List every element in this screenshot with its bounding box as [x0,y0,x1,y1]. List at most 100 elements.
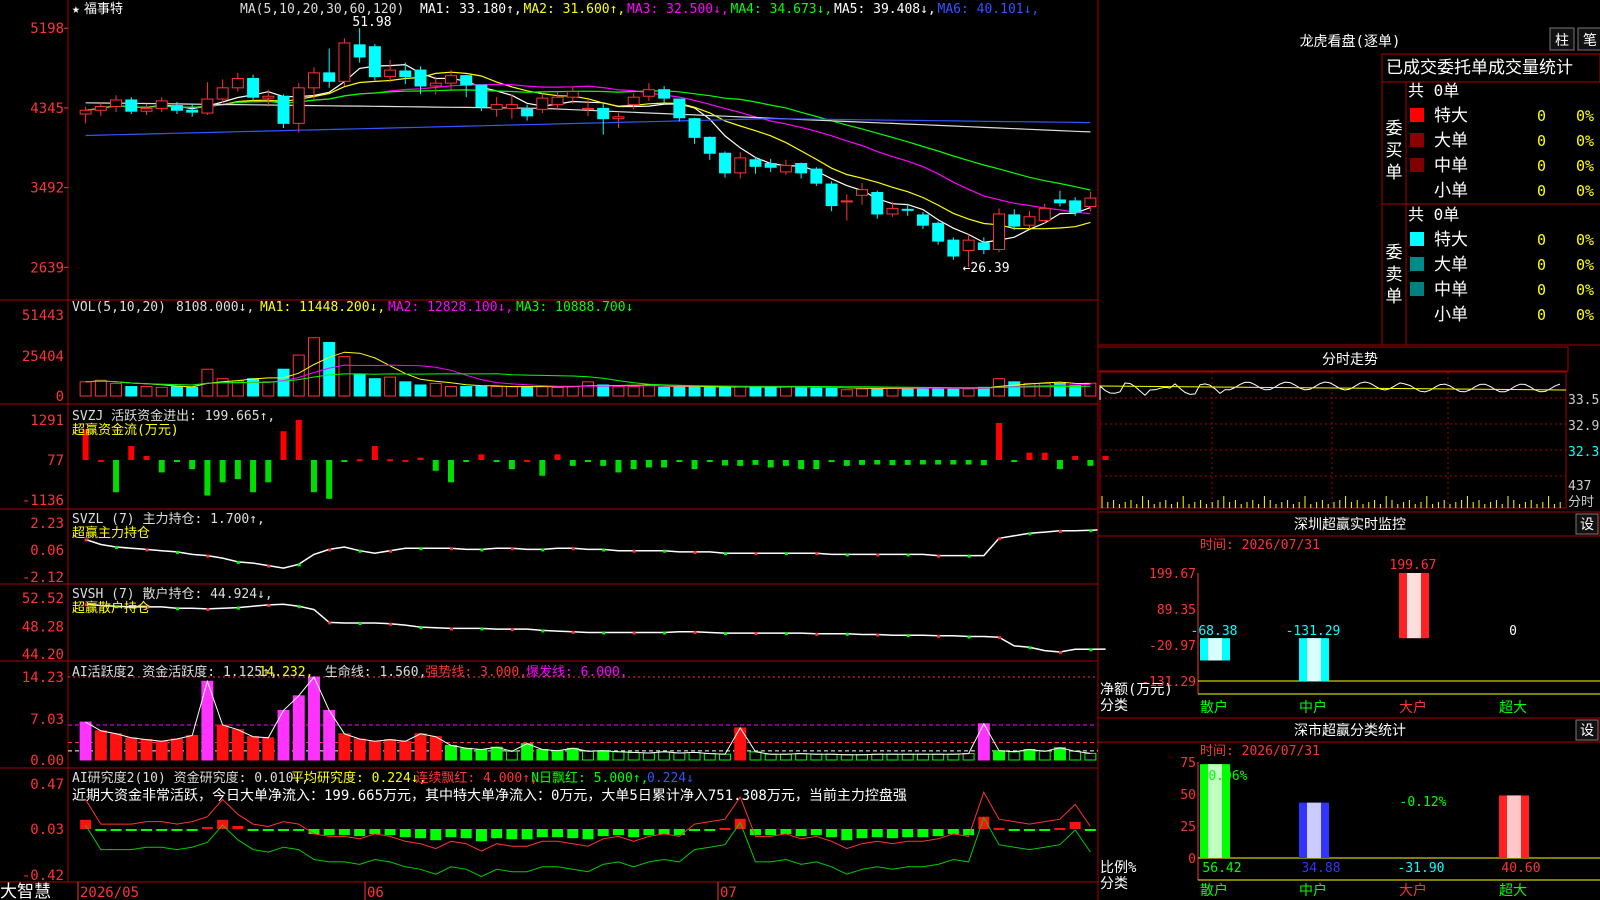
buy-group-label-char: 委 [1386,119,1403,139]
ai-active-bar [734,727,747,761]
volume-bar [932,387,945,397]
ai-active-bar [856,754,869,761]
vol-y-tick: 0 [56,389,64,405]
trading-chart[interactable]: 5198434534922639★ 福事特 MA(5,10,20,30,60,120… [0,0,1600,900]
svsh-y-tick: 48.28 [22,620,64,636]
candle-body [414,69,427,87]
candle-body [201,98,214,114]
ai-active-bar [323,709,336,761]
candle-body [977,242,990,250]
price-y-tick: 3492 [30,181,64,197]
ai-research-bar [80,819,92,829]
ai-research-bar [856,828,868,839]
svzj-bar [326,460,333,499]
candle-body [155,100,168,109]
vol-y-tick: 25404 [22,349,64,365]
candle [368,43,381,81]
svzj-bar [630,460,637,470]
class-top-label: -0.12% [1400,795,1447,810]
bar-mode-button-label[interactable]: 柱 [1555,33,1569,49]
ai-research-bar [323,828,335,836]
sell-group-label-char: 委 [1386,243,1403,263]
svsh-dot [906,634,910,638]
svzj-bar [919,460,926,465]
monitor-x-label: 分类 [1100,698,1128,714]
volume-bar [871,387,884,397]
svzl-title: SVZL (7) 主力持仓: 1.700↑, [72,512,265,527]
svzl-dot [236,560,240,564]
svzj-bar [1056,460,1063,470]
svsh-dot [937,634,941,638]
candle-body [1084,197,1097,208]
ai-active-bar [1084,752,1097,761]
candle-body [140,107,153,112]
candle-body [856,189,869,196]
svzj-bar [478,454,485,461]
class-bar [1299,802,1329,858]
ai-active-bar [429,736,442,761]
svsh-dot [175,607,179,611]
monitor-y-tick: -20.97 [1149,639,1196,654]
ai-active-bar [658,751,671,761]
sell-group-row-name: 大单 [1434,255,1468,275]
svzj-bar [1011,460,1018,463]
ai-active-bar [612,751,625,761]
candle-body [1069,200,1082,213]
svsh-dot [1028,646,1032,650]
ai-research-bar [247,828,259,831]
candle-body [231,77,244,89]
svzj-bar [569,460,576,466]
candle-body [612,116,625,120]
monitor-bar-shine [1407,573,1421,639]
volume-bar [597,384,610,397]
class-value-label: 56.42 [1202,861,1241,876]
ai-active-bar [384,739,397,761]
x-tick-label: 06 [367,885,384,900]
sell-group-label-char: 单 [1386,287,1403,307]
ai-research-bar [841,828,853,841]
sell-group-row-name: 特大 [1434,230,1468,250]
ai-research-bar [795,828,807,837]
volume-bar [475,386,488,397]
monitor-bar-shine [1307,638,1321,681]
svzj-bar [752,460,759,465]
volume-bar [810,387,823,397]
volume-bar [566,386,579,397]
ai-active-bar [627,751,640,761]
class-bar-shine [1307,802,1321,858]
sell-group-row-count: 0 [1537,306,1546,324]
ai-research-bar [567,828,579,839]
svzj-bar [463,460,470,463]
candle-body [368,46,381,78]
buy-group-swatch [1410,133,1424,147]
svsh-subtitle: 超赢散户持仓 [72,600,150,616]
ai-active-title-2: 14.232, [259,665,314,680]
candle-body [658,89,671,99]
ai-active-bar [764,753,777,761]
volume-bar [673,386,686,397]
candle-body [307,72,320,89]
svzj-bar [113,460,120,493]
sell-group-row-pct: 0% [1576,281,1594,299]
high-price-label: 51.98 [352,15,391,30]
svsh-dot [602,631,606,635]
ai-active-bar [642,752,655,761]
ai-active-bar [551,750,564,761]
volume-bar [94,379,107,397]
volume-bar [399,381,412,397]
svzl-dot [815,552,819,556]
ma-value-2: MA2: 31.600↑, [524,2,626,17]
svzj-bar [980,460,987,466]
ai-active-bar [673,752,686,761]
svzj-bar [600,460,607,466]
class-category: 散户 [1200,882,1228,899]
ai-research-bar [186,828,198,831]
sell-group-row-name: 中单 [1434,280,1468,300]
tick-mode-button-label[interactable]: 笔 [1583,33,1597,49]
ai-research-bar [704,828,716,831]
candle-body [79,109,92,115]
class-y-label: 比例% [1100,860,1137,876]
volume-bar [262,381,275,397]
buy-group-row-name: 特大 [1434,106,1468,126]
volume-bar [779,386,792,397]
